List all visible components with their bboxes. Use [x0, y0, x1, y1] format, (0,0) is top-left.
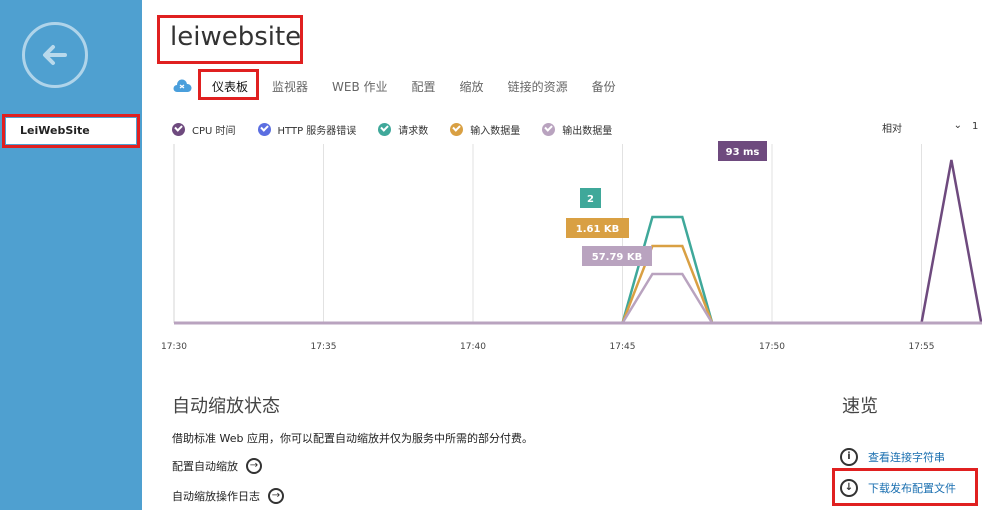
- series-line: [920, 159, 982, 324]
- legend-label: 请求数: [398, 125, 429, 137]
- configure-autoscale-link[interactable]: 配置自动缩放 →: [172, 458, 262, 474]
- range-select-value: 相对: [882, 124, 902, 135]
- tab-scale[interactable]: 缩放: [460, 78, 484, 95]
- data-label: 93 ms: [726, 147, 760, 158]
- download-icon: ↓: [840, 479, 858, 497]
- check-icon: [257, 122, 271, 136]
- x-tick-label: 17:50: [759, 342, 785, 352]
- autoscale-log-link[interactable]: 自动缩放操作日志 →: [172, 488, 284, 504]
- autoscale-title: 自动缩放状态: [172, 396, 280, 417]
- legend-item-data-in[interactable]: 输入数据量: [450, 122, 520, 137]
- download-publish-profile-link[interactable]: ↓ 下载发布配置文件: [840, 479, 956, 497]
- tab-configure[interactable]: 配置: [412, 78, 436, 95]
- link-label: 配置自动缩放: [172, 460, 238, 473]
- data-label: 1.61 KB: [576, 224, 620, 235]
- chevron-down-icon: ⌄: [953, 120, 962, 131]
- legend-item-cpu[interactable]: CPU 时间: [172, 122, 236, 137]
- x-tick-label: 17:45: [610, 342, 636, 352]
- x-tick-label: 17:40: [460, 342, 486, 352]
- chart-legend: CPU 时间 HTTP 服务器错误 请求数 输入数据量 输出数据量: [172, 120, 634, 138]
- tab-monitor[interactable]: 监视器: [272, 78, 308, 95]
- data-label: 57.79 KB: [592, 252, 642, 263]
- cloud-web-icon: [173, 79, 192, 92]
- arrow-right-icon: →: [268, 488, 284, 504]
- arrow-right-icon: →: [246, 458, 262, 474]
- range-number: 1: [972, 121, 979, 132]
- data-label: 2: [587, 194, 594, 205]
- check-icon: [542, 122, 556, 136]
- sidebar-item-site[interactable]: LeiWebSite: [6, 118, 136, 144]
- legend-label: 输入数据量: [470, 125, 521, 137]
- link-label: 下载发布配置文件: [868, 482, 956, 495]
- metrics-chart: 17:3017:3517:4017:4517:5017:5518:0018:05…: [161, 141, 982, 352]
- legend-label: CPU 时间: [192, 125, 236, 137]
- x-tick-label: 17:55: [909, 342, 935, 352]
- range-select[interactable]: 相对 ⌄: [882, 120, 962, 135]
- legend-item-http-errors[interactable]: HTTP 服务器错误: [257, 122, 357, 137]
- legend-label: 输出数据量: [562, 125, 613, 137]
- page-title: leiwebsite: [170, 22, 302, 52]
- quick-glance-title: 速览: [842, 396, 878, 417]
- check-icon: [378, 122, 392, 136]
- autoscale-description: 借助标准 Web 应用，你可以配置自动缩放并仅为服务中所需的部分付费。: [172, 432, 533, 445]
- check-icon: [172, 122, 185, 136]
- check-icon: [450, 122, 464, 136]
- info-icon: i: [840, 448, 858, 466]
- series-line: [621, 215, 714, 324]
- x-tick-label: 17:35: [311, 342, 337, 352]
- link-label: 查看连接字符串: [868, 451, 945, 464]
- series-line: [621, 272, 714, 324]
- legend-item-data-out[interactable]: 输出数据量: [542, 122, 612, 137]
- left-rail: LeiWebSite: [0, 0, 142, 510]
- view-connection-strings-link[interactable]: i 查看连接字符串: [840, 448, 945, 466]
- x-tick-label: 17:30: [161, 342, 187, 352]
- tab-linked-resources[interactable]: 链接的资源: [508, 78, 568, 95]
- link-label: 自动缩放操作日志: [172, 490, 260, 503]
- tab-webjobs[interactable]: WEB 作业: [332, 78, 388, 95]
- tab-backup[interactable]: 备份: [592, 78, 616, 95]
- tab-dashboard[interactable]: 仪表板: [212, 78, 248, 95]
- sidebar-item-label: LeiWebSite: [20, 124, 90, 137]
- legend-label: HTTP 服务器错误: [277, 125, 357, 137]
- legend-item-requests[interactable]: 请求数: [378, 122, 428, 137]
- back-arrow-icon[interactable]: [22, 22, 88, 88]
- tab-bar: 仪表板 监视器 WEB 作业 配置 缩放 链接的资源 备份: [172, 74, 640, 98]
